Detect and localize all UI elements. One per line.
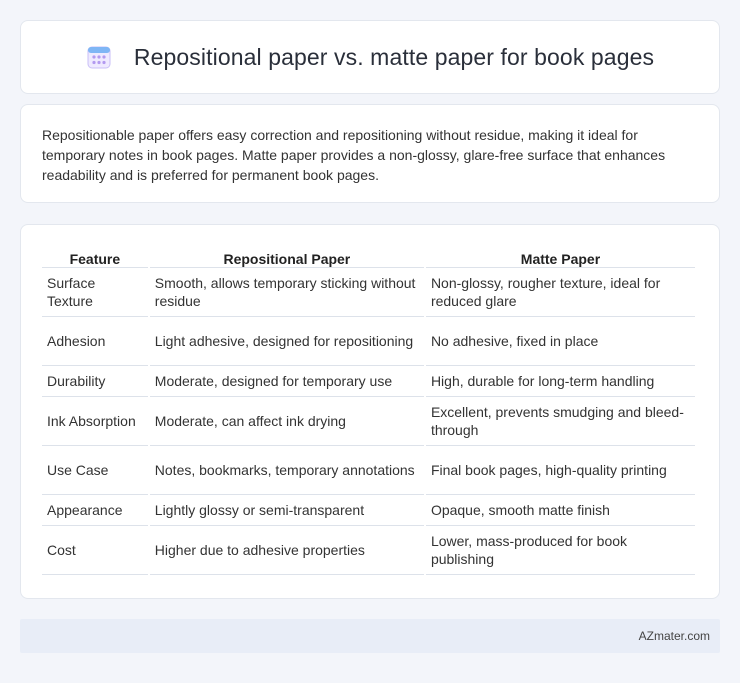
feature-cell: Cost (42, 526, 148, 575)
matte-cell: Excellent, prevents smudging and bleed-t… (425, 397, 695, 446)
repositional-cell: Lightly glossy or semi-transparent (149, 495, 424, 526)
table-row: Appearance Lightly glossy or semi-transp… (42, 495, 695, 526)
intro-text: Repositionable paper offers easy correct… (42, 127, 666, 183)
matte-cell: Lower, mass-produced for book publishing (425, 526, 695, 575)
calendar-icon (86, 44, 112, 70)
table-header-row: Feature Repositional Paper Matte Paper (42, 246, 695, 268)
feature-cell: Adhesion (42, 317, 148, 366)
feature-cell: Surface Texture (42, 268, 148, 317)
repositional-cell: Light adhesive, designed for repositioni… (149, 317, 424, 366)
table-row: Ink Absorption Moderate, can affect ink … (42, 397, 695, 446)
column-header-feature: Feature (42, 246, 148, 268)
feature-cell: Appearance (42, 495, 148, 526)
column-header-matte: Matte Paper (425, 246, 695, 268)
table-row: Durability Moderate, designed for tempor… (42, 366, 695, 397)
feature-cell: Durability (42, 366, 148, 397)
matte-cell: Non-glossy, rougher texture, ideal for r… (425, 268, 695, 317)
footer-bar: AZmater.com (20, 619, 720, 653)
intro-card: Repositionable paper offers easy correct… (20, 104, 720, 203)
table-row: Surface Texture Smooth, allows temporary… (42, 268, 695, 317)
table-row: Use Case Notes, bookmarks, temporary ann… (42, 446, 695, 495)
repositional-cell: Higher due to adhesive properties (149, 526, 424, 575)
feature-cell: Ink Absorption (42, 397, 148, 446)
footer-site-link[interactable]: AZmater.com (639, 629, 710, 643)
matte-cell: High, durable for long-term handling (425, 366, 695, 397)
repositional-cell: Moderate, can affect ink drying (149, 397, 424, 446)
repositional-cell: Notes, bookmarks, temporary annotations (149, 446, 424, 495)
page-title: Repositional paper vs. matte paper for b… (133, 43, 655, 70)
title-card: Repositional paper vs. matte paper for b… (20, 20, 720, 94)
repositional-cell: Smooth, allows temporary sticking withou… (149, 268, 424, 317)
column-header-repositional: Repositional Paper (149, 246, 424, 268)
table-row: Adhesion Light adhesive, designed for re… (42, 317, 695, 366)
feature-cell: Use Case (42, 446, 148, 495)
matte-cell: Final book pages, high-quality printing (425, 446, 695, 495)
matte-cell: Opaque, smooth matte finish (425, 495, 695, 526)
repositional-cell: Moderate, designed for temporary use (149, 366, 424, 397)
table-row: Cost Higher due to adhesive properties L… (42, 526, 695, 575)
comparison-table: Feature Repositional Paper Matte Paper S… (40, 246, 697, 575)
matte-cell: No adhesive, fixed in place (425, 317, 695, 366)
comparison-card: Feature Repositional Paper Matte Paper S… (20, 224, 720, 599)
